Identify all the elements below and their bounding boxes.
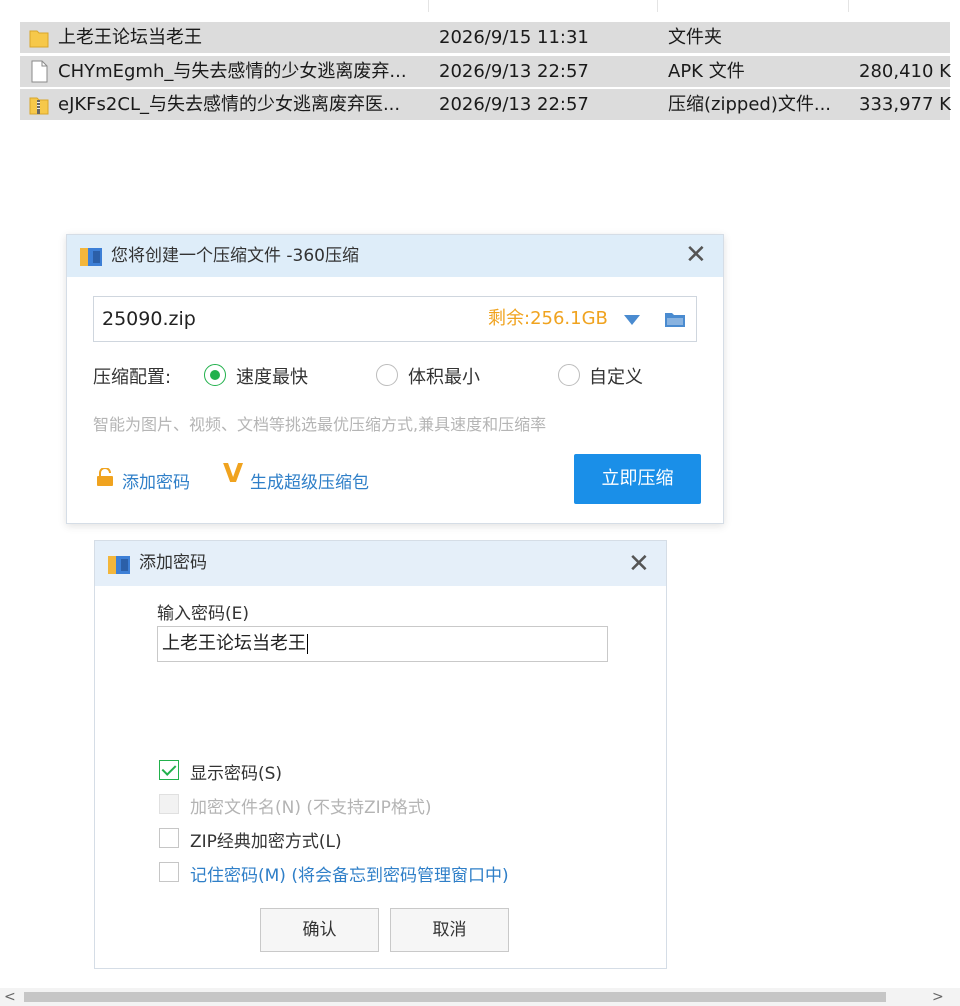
password-input[interactable]: 上老王论坛当老王 bbox=[157, 626, 608, 662]
file-size: 280,410 K bbox=[859, 61, 951, 82]
file-name: CHYmEgmh_与失去感情的少女逃离废弃... bbox=[58, 61, 407, 82]
confirm-button[interactable]: 确认 bbox=[260, 908, 379, 952]
password-dialog-title: 添加密码 bbox=[139, 553, 207, 573]
app-360-icon bbox=[80, 248, 102, 266]
add-password-link[interactable]: 添加密码 bbox=[122, 468, 190, 493]
app-360-icon bbox=[108, 556, 130, 574]
password-value: 上老王论坛当老王 bbox=[162, 633, 306, 654]
file-size: 333,977 K bbox=[859, 94, 951, 115]
compress-dialog-titlebar[interactable]: 您将创建一个压缩文件 -360压缩 ✕ bbox=[67, 235, 723, 277]
zip-classic-label[interactable]: ZIP经典加密方式(L) bbox=[190, 827, 342, 852]
zip-classic-checkbox[interactable] bbox=[159, 828, 179, 848]
file-row-folder[interactable]: 上老王论坛当老王 2026/9/15 11:31 文件夹 bbox=[20, 22, 950, 53]
radio-custom[interactable] bbox=[558, 364, 580, 386]
cancel-button[interactable]: 取消 bbox=[390, 908, 509, 952]
column-separator bbox=[428, 0, 429, 12]
chevron-down-icon[interactable] bbox=[624, 315, 640, 325]
column-separator bbox=[657, 0, 658, 12]
file-icon bbox=[31, 60, 48, 83]
file-type: APK 文件 bbox=[668, 61, 745, 82]
password-dialog-titlebar[interactable]: 添加密码 ✕ bbox=[95, 541, 666, 586]
close-icon[interactable]: ✕ bbox=[628, 551, 650, 577]
scroll-right-icon[interactable]: > bbox=[932, 988, 944, 1006]
compress-now-button[interactable]: 立即压缩 bbox=[574, 454, 701, 504]
text-caret bbox=[307, 634, 308, 654]
scroll-left-icon[interactable]: < bbox=[4, 988, 16, 1006]
file-name: eJKFs2CL_与失去感情的少女逃离废弃医... bbox=[58, 94, 401, 115]
lock-icon[interactable] bbox=[95, 468, 115, 486]
password-dialog: 添加密码 ✕ 输入密码(E) 上老王论坛当老王 显示密码(S) 加密文件名(N)… bbox=[94, 540, 667, 969]
scrollbar-thumb[interactable] bbox=[24, 992, 886, 1002]
zip-icon bbox=[29, 97, 49, 115]
file-date: 2026/9/15 11:31 bbox=[439, 27, 589, 48]
file-type: 压缩(zipped)文件... bbox=[668, 94, 832, 115]
browse-folder-icon[interactable] bbox=[664, 310, 686, 328]
radio-smallest[interactable] bbox=[376, 364, 398, 386]
close-icon[interactable]: ✕ bbox=[685, 242, 707, 268]
free-space-label: 剩余:256.1GB bbox=[488, 308, 608, 329]
compress-config-label: 压缩配置: bbox=[93, 367, 172, 388]
compress-hint: 智能为图片、视频、文档等挑选最优压缩方式,兼具速度和压缩率 bbox=[93, 415, 547, 434]
output-path-field[interactable]: 25090.zip 剩余:256.1GB bbox=[93, 296, 697, 342]
remember-password-label[interactable]: 记住密码(M) (将会备忘到密码管理窗口中) bbox=[190, 861, 509, 886]
folder-icon bbox=[29, 30, 49, 48]
radio-fastest-label[interactable]: 速度最快 bbox=[236, 363, 308, 389]
output-path-value[interactable]: 25090.zip bbox=[102, 297, 196, 341]
encrypt-filename-checkbox bbox=[159, 794, 179, 814]
file-date: 2026/9/13 22:57 bbox=[439, 61, 589, 82]
encrypt-filename-label: 加密文件名(N) (不支持ZIP格式) bbox=[190, 798, 432, 818]
remember-password-checkbox[interactable] bbox=[159, 862, 179, 882]
show-password-label[interactable]: 显示密码(S) bbox=[190, 759, 282, 784]
file-row-apk[interactable]: CHYmEgmh_与失去感情的少女逃离废弃... 2026/9/13 22:57… bbox=[20, 56, 951, 87]
file-type: 文件夹 bbox=[668, 27, 722, 48]
compress-dialog: 您将创建一个压缩文件 -360压缩 ✕ 25090.zip 剩余:256.1GB… bbox=[66, 234, 724, 524]
file-date: 2026/9/13 22:57 bbox=[439, 94, 589, 115]
super-v-icon[interactable]: V bbox=[223, 459, 243, 489]
show-password-checkbox[interactable] bbox=[159, 760, 179, 780]
password-input-label: 输入密码(E) bbox=[157, 604, 250, 624]
file-name: 上老王论坛当老王 bbox=[58, 27, 202, 48]
horizontal-scrollbar[interactable]: < > bbox=[0, 988, 960, 1006]
super-package-link[interactable]: 生成超级压缩包 bbox=[250, 468, 369, 493]
radio-custom-label[interactable]: 自定义 bbox=[589, 363, 643, 389]
file-row-zip[interactable]: eJKFs2CL_与失去感情的少女逃离废弃医... 2026/9/13 22:5… bbox=[20, 89, 951, 120]
column-separator bbox=[848, 0, 849, 12]
radio-smallest-label[interactable]: 体积最小 bbox=[408, 363, 480, 389]
compress-dialog-title: 您将创建一个压缩文件 -360压缩 bbox=[111, 246, 359, 266]
radio-fastest[interactable] bbox=[204, 364, 226, 386]
